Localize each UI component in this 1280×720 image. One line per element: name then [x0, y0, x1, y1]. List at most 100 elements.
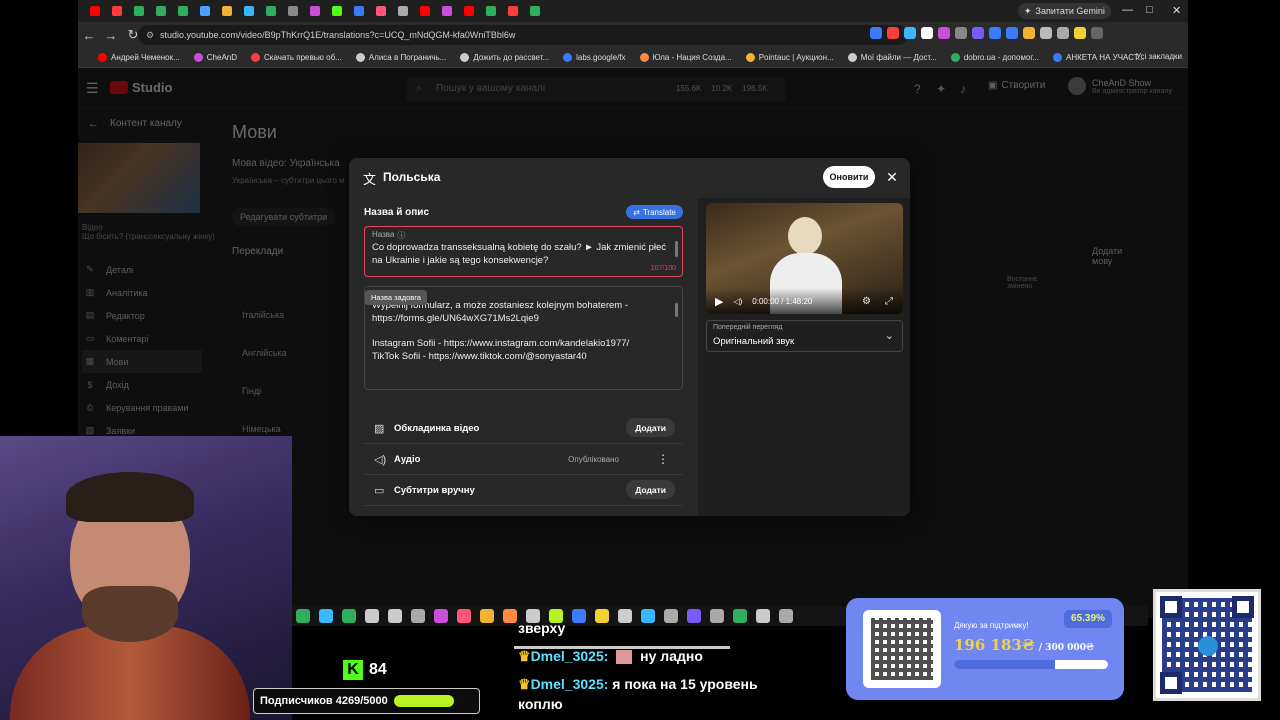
title-field[interactable]: Назва ⓘ Co doprowadza transseksualną kob… — [364, 226, 683, 277]
sidebar-item-details[interactable]: ✎ Деталі — [82, 258, 202, 281]
back-icon[interactable]: ← — [78, 28, 100, 43]
all-bookmarks[interactable]: Усі закладки — [1136, 52, 1182, 61]
tab[interactable] — [172, 0, 194, 22]
minimize-icon[interactable]: — — [1122, 4, 1133, 16]
more-vert-icon[interactable]: ⋮ — [657, 452, 669, 466]
video-player[interactable]: ▶ ◁) 0:00:00 / 1:48:20 ⚙ ⤢ — [706, 203, 903, 314]
tab[interactable] — [238, 0, 260, 22]
tab[interactable] — [392, 0, 414, 22]
bookmark[interactable]: labs.google/fx — [563, 53, 626, 62]
menu-icon[interactable] — [1091, 27, 1103, 39]
sidebar-item-copyright[interactable]: © Керування правами — [82, 396, 202, 419]
bookmark[interactable]: Андрей Чеменок... — [98, 53, 180, 62]
sidebar-item-editor[interactable]: ▤ Редактор — [82, 304, 202, 327]
bookmark[interactable]: АНКЕТА НА УЧАСТ... — [1053, 53, 1144, 62]
sidebar-item-analytics[interactable]: ▥ Аналітика — [82, 281, 202, 304]
fullscreen-icon[interactable]: ⤢ — [885, 296, 893, 307]
create-button[interactable]: ▣ Створити — [988, 80, 1045, 91]
channel-content-link[interactable]: Контент каналу — [110, 118, 182, 129]
audio-row[interactable]: ◁) Аудіо Опубліковано ⋮ — [364, 444, 683, 475]
tab[interactable] — [84, 0, 106, 22]
app-icon[interactable] — [342, 609, 356, 623]
title-scrollbar[interactable] — [675, 241, 678, 257]
maximize-icon[interactable]: □ — [1146, 4, 1153, 16]
site-info-icon[interactable]: ⚙ — [146, 25, 154, 45]
extension-icon[interactable] — [870, 27, 882, 39]
sidebar-item-comments[interactable]: ▭ Коментарі — [82, 327, 202, 350]
thumbnail-row[interactable]: ▨ Обкладинка відео Додати — [364, 413, 683, 444]
app-icon[interactable] — [457, 609, 471, 623]
tab[interactable] — [414, 0, 436, 22]
forward-icon[interactable]: → — [100, 28, 122, 43]
tab[interactable] — [106, 0, 128, 22]
description-scrollbar[interactable] — [675, 303, 678, 317]
close-window-icon[interactable]: ✕ — [1172, 4, 1181, 17]
language-row[interactable]: Англійська — [242, 348, 287, 358]
add-thumbnail-button[interactable]: Додати — [626, 418, 675, 437]
app-icon[interactable] — [434, 609, 448, 623]
extension-icon[interactable] — [904, 27, 916, 39]
tab[interactable] — [128, 0, 150, 22]
tab[interactable] — [260, 0, 282, 22]
language-row[interactable]: Італійська — [242, 310, 284, 320]
help-circle-icon[interactable]: ⓘ — [397, 230, 405, 241]
bookmark[interactable]: CheAnD — [193, 53, 237, 62]
tab[interactable] — [458, 0, 480, 22]
extension-icon[interactable] — [1023, 27, 1035, 39]
tab[interactable] — [216, 0, 238, 22]
extension-icon[interactable] — [921, 27, 933, 39]
title-input[interactable]: Co doprowadza transseksualną kobietę do … — [372, 241, 668, 267]
settings-icon[interactable]: ⚙ — [862, 296, 871, 307]
add-subtitles-button[interactable]: Додати — [626, 480, 675, 499]
language-row[interactable]: Гінді — [242, 386, 261, 396]
volume-icon[interactable]: ◁) — [733, 297, 742, 306]
bookmark[interactable]: Pointauc | Аукцион... — [745, 53, 834, 62]
bookmark[interactable]: Юла - Нация Созда... — [639, 53, 732, 62]
bell-icon[interactable]: ♪ — [960, 82, 966, 96]
photoshop-icon[interactable] — [319, 609, 333, 623]
edit-subtitles-button[interactable]: Редагувати субтитри — [232, 208, 336, 226]
extension-icon[interactable] — [989, 27, 1001, 39]
puzzle-icon[interactable] — [1040, 27, 1052, 39]
tab[interactable] — [304, 0, 326, 22]
app-icon[interactable] — [480, 609, 494, 623]
bookmark[interactable]: Дожить до рассвет... — [460, 53, 549, 62]
tab[interactable] — [436, 0, 458, 22]
bookmark[interactable]: Скачать превью об... — [251, 53, 342, 62]
play-icon[interactable]: ▶ — [715, 295, 723, 308]
ask-gemini-button[interactable]: ✦ Запитати Gemini — [1018, 3, 1111, 19]
extension-icon[interactable] — [1006, 27, 1018, 39]
add-language-button[interactable]: Додати мову — [1092, 246, 1122, 266]
bookmark[interactable]: dobro.ua - допомог... — [950, 53, 1039, 62]
translate-button[interactable]: ⇄ Translate — [626, 205, 683, 219]
profile-avatar[interactable] — [1074, 27, 1086, 39]
tab[interactable] — [480, 0, 502, 22]
tab[interactable] — [326, 0, 348, 22]
help-icon[interactable]: ? — [914, 82, 921, 96]
extension-icon[interactable] — [938, 27, 950, 39]
extension-icon[interactable] — [955, 27, 967, 39]
bookmark[interactable]: Алиса в Пограничь... — [355, 53, 446, 62]
tab[interactable] — [370, 0, 392, 22]
sidebar-item-earn[interactable]: $ Дохід — [82, 373, 202, 396]
app-icon[interactable] — [411, 609, 425, 623]
url-field[interactable]: ⚙ studio.youtube.com/video/B9pThKrrQ1E/t… — [138, 25, 908, 45]
tab[interactable] — [194, 0, 216, 22]
obs-icon[interactable] — [388, 609, 402, 623]
tab[interactable] — [524, 0, 546, 22]
chrome-icon[interactable] — [296, 609, 310, 623]
video-thumbnail[interactable] — [78, 143, 200, 213]
download-icon[interactable] — [1057, 27, 1069, 39]
app-icon[interactable] — [365, 609, 379, 623]
bookmark[interactable]: Мої файли — Дост... — [847, 53, 937, 62]
tab[interactable] — [502, 0, 524, 22]
extension-icon[interactable] — [972, 27, 984, 39]
menu-icon[interactable]: ☰ — [86, 80, 99, 97]
studio-logo[interactable]: Studio — [110, 80, 172, 95]
back-arrow-icon[interactable]: ← — [88, 118, 99, 130]
update-button[interactable]: Оновити — [823, 166, 875, 188]
language-row[interactable]: Німецька — [242, 424, 281, 434]
sparkle-icon[interactable]: ✦ — [936, 82, 946, 96]
tab[interactable] — [348, 0, 370, 22]
tab[interactable] — [150, 0, 172, 22]
